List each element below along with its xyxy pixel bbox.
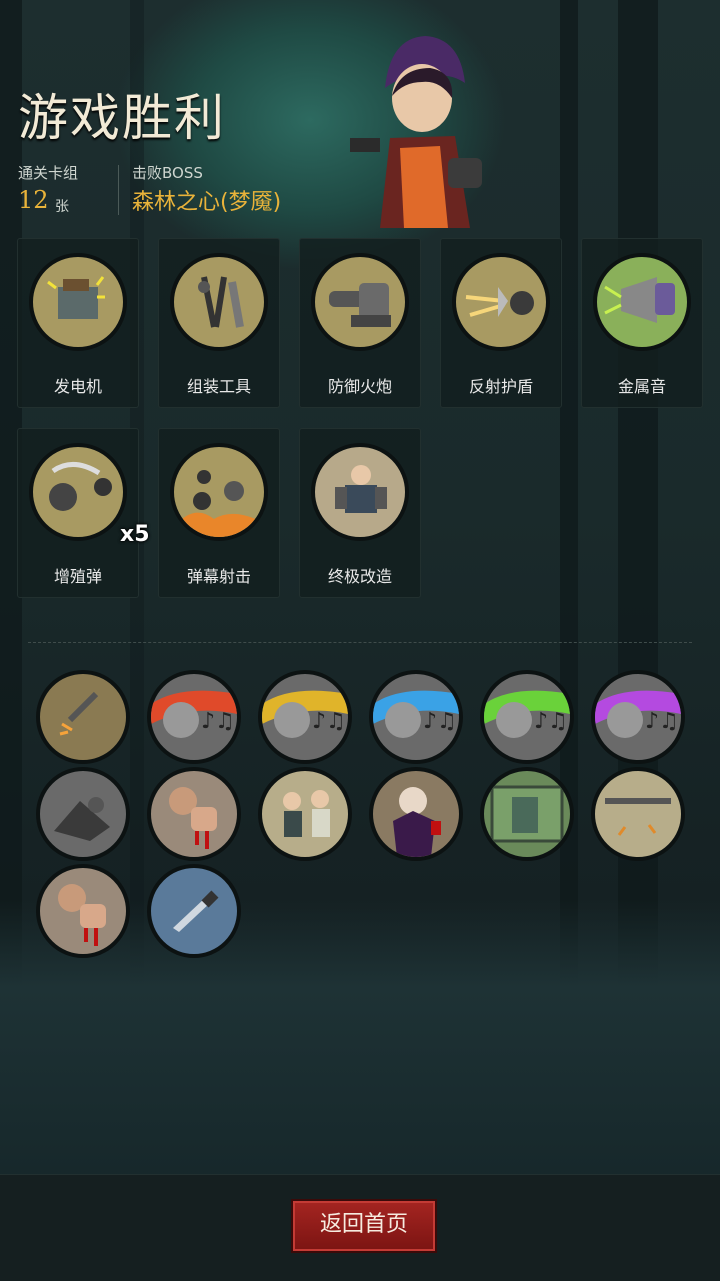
relic-music-skull-red[interactable]: ♪♫ [147, 670, 241, 764]
bleeding-fist-icon [169, 787, 217, 849]
scrap-icon [54, 797, 110, 841]
card-shield[interactable]: 反射护盾 [440, 238, 562, 408]
vampire-icon [393, 787, 441, 857]
loudspeaker-icon [593, 253, 691, 351]
relic-bone-crack[interactable] [591, 767, 685, 861]
card-label: 组装工具 [186, 377, 251, 396]
relic-music-skull-green[interactable]: ♪♫ [480, 670, 574, 764]
deck-count: 12 [18, 186, 49, 214]
divider [118, 165, 119, 215]
card-label: 弹幕射击 [186, 567, 251, 586]
music-skull-yellow-icon: ♪♫ [262, 690, 348, 738]
card-label: 防御火炮 [327, 377, 392, 396]
relic-music-skull-yellow[interactable]: ♪♫ [258, 670, 352, 764]
boss-name: 森林之心(梦魇) [132, 190, 282, 215]
hero-character [350, 36, 482, 228]
card-label: 增殖弹 [53, 567, 102, 586]
svg-text:♪♫: ♪♫ [534, 709, 568, 734]
count-badge: x5 [120, 522, 150, 547]
shield-icon [452, 253, 550, 351]
card-barrage[interactable]: 弹幕射击 [158, 428, 280, 598]
card-label: 金属音 [617, 377, 666, 396]
card-bomb[interactable]: x5 增殖弹 [17, 428, 150, 598]
boss-label: 击败BOSS [132, 164, 203, 182]
generator-icon [29, 253, 127, 351]
music-skull-blue-icon: ♪♫ [373, 690, 459, 738]
relic-knife[interactable] [147, 864, 241, 958]
card-label: 终极改造 [327, 567, 392, 586]
relic-duo[interactable] [258, 767, 352, 861]
bone-crack-icon [605, 798, 671, 836]
barrage-icon [170, 443, 268, 541]
card-label: 发电机 [53, 377, 102, 396]
card-tools[interactable]: 组装工具 [158, 238, 280, 408]
spark-drill-icon [59, 691, 99, 736]
section-divider [28, 642, 692, 643]
card-label: 反射护盾 [468, 377, 533, 396]
deck-unit: 张 [55, 199, 69, 215]
relic-bleeding-fist[interactable] [147, 767, 241, 861]
relic-music-skull-purple[interactable]: ♪♫ [591, 670, 685, 764]
duo-icon [283, 790, 330, 837]
relic-bleeding-fist[interactable] [36, 864, 130, 958]
tools-icon [170, 253, 268, 351]
card-mech[interactable]: 终极改造 [299, 428, 421, 598]
music-skull-purple-icon: ♪♫ [595, 690, 681, 738]
music-skull-green-icon: ♪♫ [484, 690, 570, 738]
relic-scrap[interactable] [36, 767, 130, 861]
robot-screen-icon [490, 785, 564, 843]
svg-text:♪♫: ♪♫ [201, 709, 235, 734]
card-generator[interactable]: 发电机 [17, 238, 139, 408]
mech-icon [311, 443, 409, 541]
deck-label: 通关卡组 [18, 164, 79, 182]
cannon-icon [311, 253, 409, 351]
relic-vampire[interactable] [369, 767, 463, 861]
svg-text:♪♫: ♪♫ [645, 709, 679, 734]
bomb-icon [29, 443, 127, 541]
card-cannon[interactable]: 防御火炮 [299, 238, 421, 408]
card-loudspeaker[interactable]: 金属音 [581, 238, 703, 408]
bleeding-fist-icon [58, 884, 106, 946]
back-to-home-button[interactable]: 返回首页 [291, 1199, 437, 1253]
relic-spark-drill[interactable] [36, 670, 130, 764]
svg-text:♪♫: ♪♫ [312, 709, 346, 734]
page-title: 游戏胜利 [18, 89, 226, 147]
relic-robot-screen[interactable] [480, 767, 574, 861]
svg-text:♪♫: ♪♫ [423, 709, 457, 734]
music-skull-red-icon: ♪♫ [151, 690, 237, 738]
relic-music-skull-blue[interactable]: ♪♫ [369, 670, 463, 764]
knife-icon [173, 890, 219, 932]
